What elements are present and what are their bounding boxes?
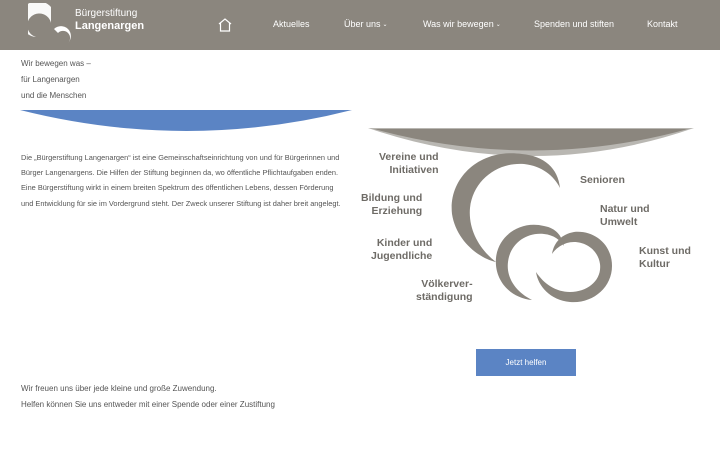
logo-line2: Langenargen: [75, 20, 145, 32]
nav-item-aktuelles[interactable]: Aktuelles: [273, 19, 310, 29]
category-voelkerverstaendigung[interactable]: Völkerver- ständigung: [416, 278, 473, 304]
nav-label: Was wir bewegen: [423, 19, 494, 29]
category-kinder-jugendliche[interactable]: Kinder und Jugendliche: [371, 237, 432, 263]
swirl-logo-icon: [28, 3, 71, 43]
tagline: Wir bewegen was – für Langenargen und di…: [21, 56, 91, 104]
category-bildung-erziehung[interactable]: Bildung und Erziehung: [361, 192, 422, 218]
category-senioren[interactable]: Senioren: [580, 174, 625, 187]
category-line: Bildung und: [361, 192, 423, 204]
category-line: Initiativen: [389, 164, 439, 176]
nav-item-was-wir-bewegen[interactable]: Was wir bewegen ⌄: [423, 19, 501, 29]
nav-item-ueber-uns[interactable]: Über uns ⌄: [344, 19, 388, 29]
closing-line1: Wir freuen uns über jede kleine und groß…: [21, 384, 217, 393]
nav-label: Aktuelles: [273, 19, 310, 29]
closing-line2: Helfen können Sie uns entweder mit einer…: [21, 400, 275, 409]
chevron-down-icon: ⌄: [495, 22, 501, 28]
tagline-line2: für Langenargen: [21, 75, 80, 84]
jetzt-helfen-button[interactable]: Jetzt helfen: [476, 349, 576, 376]
nav-label: Über uns: [344, 19, 381, 29]
category-line: Umwelt: [600, 216, 638, 228]
category-line: Jugendliche: [371, 250, 433, 262]
site-header: Bürgerstiftung Langenargen Aktuelles Übe…: [0, 0, 720, 50]
tagline-line3: und die Menschen: [21, 91, 87, 100]
category-line: ständigung: [416, 291, 473, 303]
chevron-down-icon: ⌄: [382, 22, 388, 28]
site-logo[interactable]: Bürgerstiftung Langenargen: [28, 3, 148, 49]
category-vereine-initiativen[interactable]: Vereine und Initiativen: [379, 151, 439, 177]
category-line: Erziehung: [371, 205, 423, 217]
tagline-line1: Wir bewegen was –: [21, 59, 91, 68]
nav-item-kontakt[interactable]: Kontakt: [647, 19, 678, 29]
category-line: Kultur: [639, 258, 670, 270]
intro-paragraph: Die „Bürgerstiftung Langenargen“ ist ein…: [21, 153, 341, 208]
category-natur-umwelt[interactable]: Natur und Umwelt: [600, 203, 650, 229]
nav-label: Spenden und stiften: [534, 19, 615, 29]
logo-text: Bürgerstiftung Langenargen: [75, 8, 144, 32]
category-line: Kinder und: [376, 237, 433, 249]
closing-text: Wir freuen uns über jede kleine und groß…: [21, 381, 275, 413]
category-line: Vereine und: [379, 151, 439, 163]
category-line: Völkerver-: [421, 278, 473, 290]
logo-line1: Bürgerstiftung: [75, 8, 138, 19]
category-line: Kunst und: [639, 245, 691, 257]
category-line: Natur und: [600, 203, 650, 215]
nav-label: Kontakt: [647, 19, 678, 29]
nav-item-spenden-und-stiften[interactable]: Spenden und stiften: [534, 19, 614, 29]
blue-arc-decoration: [20, 110, 352, 131]
home-icon[interactable]: [217, 17, 233, 33]
category-kunst-kultur[interactable]: Kunst und Kultur: [639, 245, 691, 271]
category-line: Senioren: [580, 174, 625, 186]
